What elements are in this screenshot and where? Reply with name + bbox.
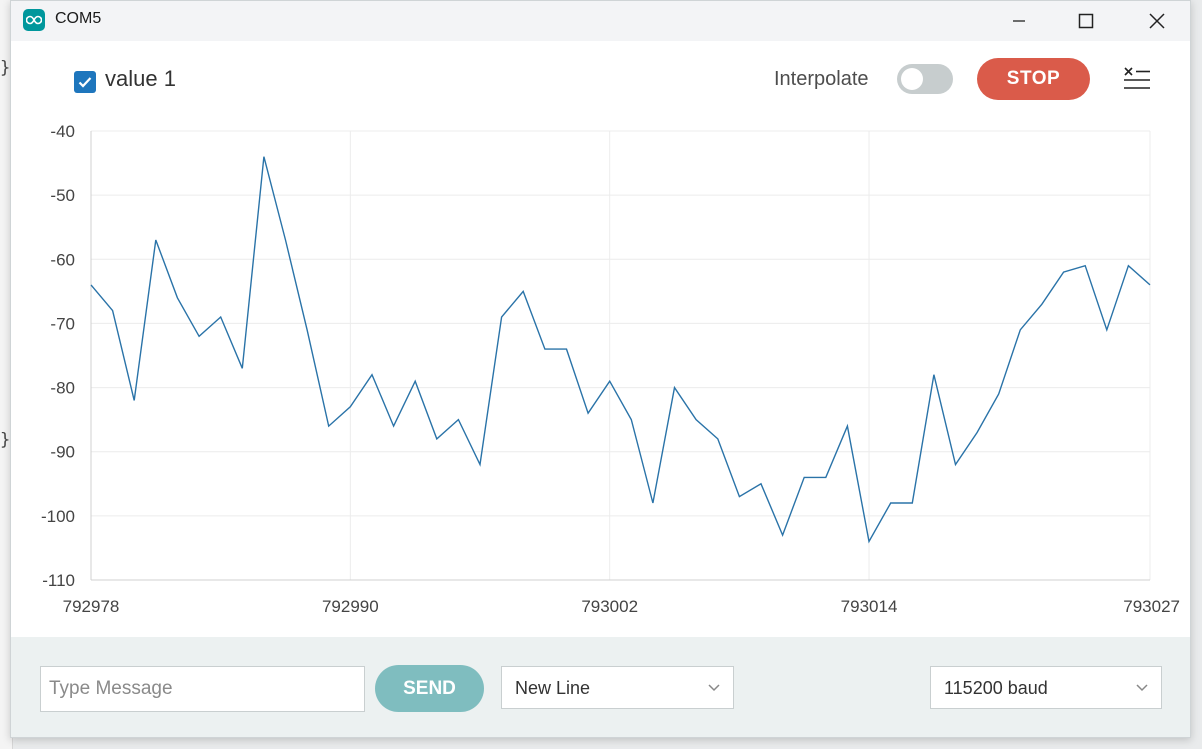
bottom-controls: SEND New Line 115200 baud — [11, 637, 1190, 737]
line-chart: -40 -50 -60 -70 -80 -90 -100 -110 792978 792990 79… — [41, 122, 1180, 616]
x-tick-label: 793027 — [1123, 597, 1180, 616]
chevron-down-icon — [1136, 684, 1148, 692]
y-tick-label: -80 — [50, 379, 75, 398]
line-ending-value: New Line — [515, 678, 591, 698]
baud-rate-select[interactable]: 115200 baud — [930, 666, 1162, 709]
x-tick-label: 792990 — [322, 597, 379, 616]
y-tick-label: -50 — [50, 186, 75, 205]
baud-rate-value: 115200 baud — [944, 678, 1048, 698]
y-tick-label: -90 — [50, 443, 75, 462]
series-line-value-1 — [90, 156, 1151, 544]
y-tick-label: -100 — [41, 507, 75, 526]
x-tick-label: 793002 — [581, 597, 638, 616]
y-tick-label: -70 — [50, 314, 75, 333]
y-tick-label: -110 — [42, 571, 75, 590]
background-brace: } — [0, 58, 11, 78]
y-tick-label: -40 — [50, 122, 75, 141]
background-brace: } — [0, 430, 11, 450]
y-tick-label: -60 — [50, 250, 75, 269]
chevron-down-icon — [708, 684, 720, 692]
x-tick-label: 793014 — [841, 597, 898, 616]
serial-plotter-window: COM5 value 1 Interpolate STOP -40 -50 -6… — [10, 0, 1191, 738]
x-tick-label: 792978 — [63, 597, 120, 616]
line-ending-select[interactable]: New Line — [501, 666, 734, 709]
message-input[interactable] — [40, 666, 365, 712]
send-button[interactable]: SEND — [375, 665, 484, 712]
